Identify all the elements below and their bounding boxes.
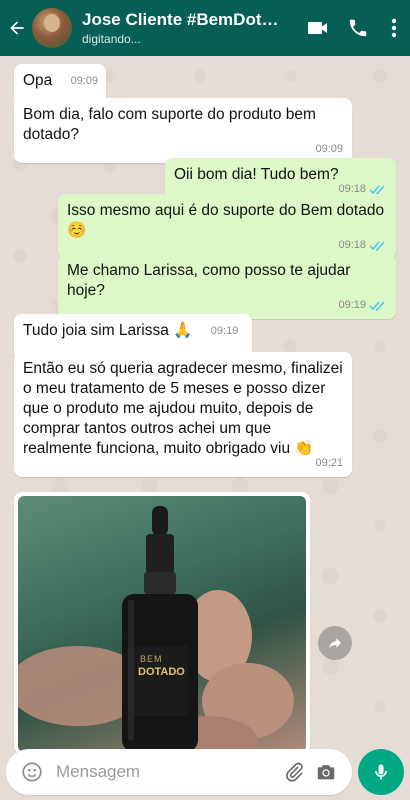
message-bubble-incoming: Bom dia, falo com suporte do produto bem… bbox=[14, 98, 352, 163]
message-text: Opa bbox=[23, 72, 53, 89]
message-text: Então eu só queria agradecer mesmo, fina… bbox=[23, 360, 343, 457]
bottle-label-line1: BEM bbox=[140, 654, 163, 664]
message-bubble-incoming: Então eu só queria agradecer mesmo, fina… bbox=[14, 352, 352, 477]
mic-icon bbox=[375, 764, 387, 780]
message-time: 09:19 bbox=[338, 295, 387, 315]
video-call-icon[interactable] bbox=[298, 0, 338, 56]
message-bubble-outgoing: Isso mesmo aqui é do suporte do Bem dota… bbox=[58, 194, 396, 259]
bottle-label-line2: DOTADO bbox=[138, 666, 185, 678]
message-time: 09:09 bbox=[70, 75, 99, 87]
camera-icon[interactable] bbox=[310, 756, 342, 788]
attach-icon[interactable] bbox=[278, 756, 310, 788]
emoji-icon[interactable] bbox=[16, 756, 48, 788]
avatar[interactable] bbox=[32, 8, 72, 48]
message-input-container[interactable] bbox=[6, 749, 352, 795]
message-input-bar bbox=[0, 744, 410, 800]
message-time: 09:19 bbox=[210, 325, 239, 337]
mic-button[interactable] bbox=[358, 749, 404, 795]
phone-icon[interactable] bbox=[338, 0, 378, 56]
contact-status: digitando... bbox=[82, 32, 141, 46]
more-options-icon[interactable] bbox=[378, 0, 410, 56]
message-text: Isso mesmo aqui é do suporte do Bem dota… bbox=[67, 202, 385, 239]
message-text: Bom dia, falo com suporte do produto bem… bbox=[23, 106, 316, 143]
share-icon[interactable] bbox=[318, 626, 352, 660]
message-input[interactable] bbox=[56, 762, 278, 782]
message-text: Tudo joia sim Larissa 🙏 bbox=[23, 322, 193, 339]
double-check-icon bbox=[369, 241, 385, 251]
product-photo-illustration bbox=[18, 506, 294, 752]
message-text: Me chamo Larissa, como posso te ajudar h… bbox=[67, 262, 351, 299]
chat-header: Jose Cliente #BemDotado digitando... bbox=[0, 0, 410, 56]
image-message[interactable]: BEM DOTADO bbox=[14, 492, 310, 754]
message-bubble-outgoing: Me chamo Larissa, como posso te ajudar h… bbox=[58, 254, 396, 319]
double-check-icon bbox=[369, 185, 385, 195]
contact-name: Jose Cliente #BemDotado bbox=[82, 10, 282, 29]
message-text: Oii bom dia! Tudo bem? bbox=[174, 166, 339, 183]
message-time: 09:09 bbox=[315, 143, 343, 155]
chat-area[interactable]: Opa 09:09 Bom dia, falo com suporte do p… bbox=[0, 56, 410, 754]
double-check-icon bbox=[369, 301, 385, 311]
message-time: 09:21 bbox=[315, 457, 343, 469]
back-arrow-icon[interactable] bbox=[4, 0, 30, 56]
product-photo[interactable]: BEM DOTADO bbox=[18, 496, 306, 752]
message-time: 09:18 bbox=[338, 235, 387, 255]
contact-info[interactable]: Jose Cliente #BemDotado digitando... bbox=[82, 10, 298, 46]
